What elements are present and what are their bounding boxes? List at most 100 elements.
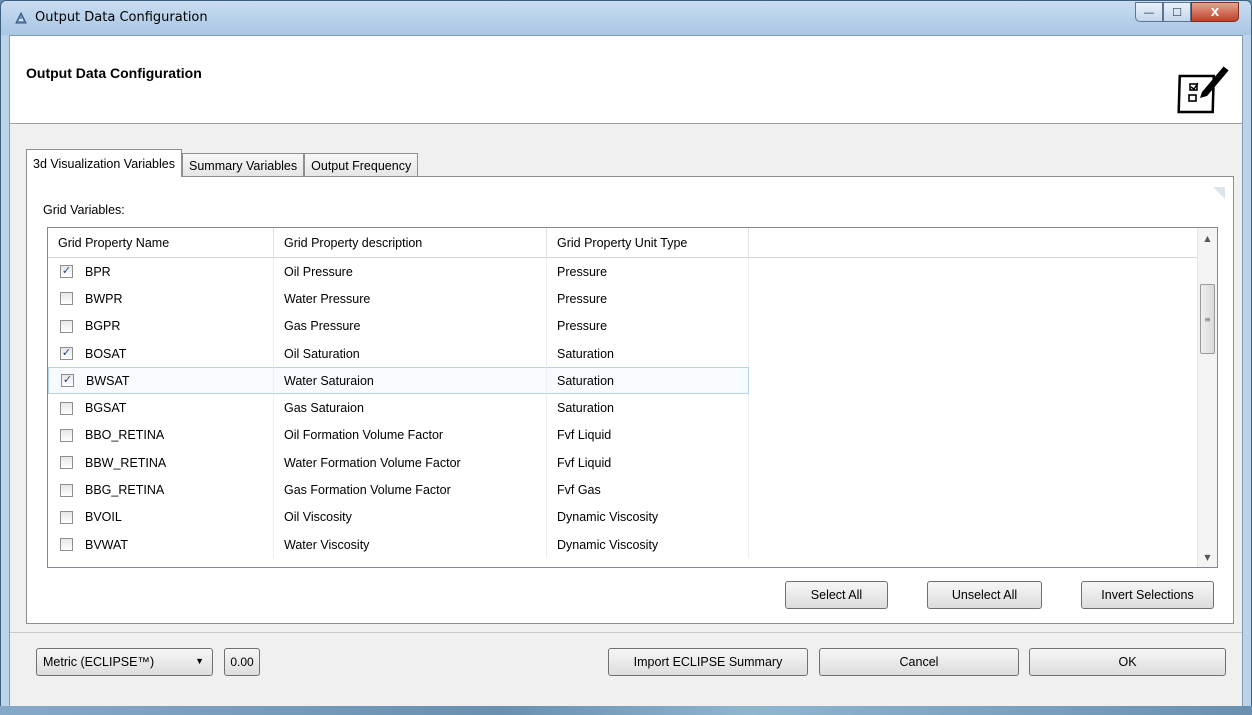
tab-summary-variables[interactable]: Summary Variables <box>182 153 305 177</box>
close-button[interactable]: X <box>1191 2 1239 22</box>
minimize-button[interactable]: — <box>1135 2 1163 22</box>
import-eclipse-summary-button[interactable]: Import ECLIPSE Summary <box>608 648 808 676</box>
grid-property-unit-type: Saturation <box>547 367 749 395</box>
cell-name: ✓ BPR <box>48 258 274 286</box>
cell-empty <box>749 449 1198 476</box>
grid-property-name: BGPR <box>85 319 121 334</box>
cell-name: BBW_RETINA <box>48 449 274 477</box>
cell-empty <box>749 340 1198 367</box>
row-checkbox[interactable] <box>60 456 73 470</box>
title-bar[interactable]: Output Data Configuration — ☐ X <box>1 1 1251 35</box>
cell-empty <box>749 394 1198 421</box>
version-box[interactable]: 0.00 <box>224 648 260 676</box>
cell-empty <box>749 531 1198 558</box>
grid-property-description: Oil Pressure <box>274 258 547 286</box>
grid-property-name: BWSAT <box>86 373 130 388</box>
dialog-window: Output Data Configuration — ☐ X Output D… <box>0 0 1252 715</box>
cell-empty <box>749 258 1198 285</box>
cell-name: BVOIL <box>48 503 274 531</box>
grid-property-name: BBO_RETINA <box>85 428 165 443</box>
select-all-button[interactable]: Select All <box>785 581 888 609</box>
maximize-button[interactable]: ☐ <box>1163 2 1191 22</box>
dialog-header: Output Data Configuration <box>10 36 1242 124</box>
scroll-down-arrow-icon[interactable]: ▼ <box>1198 547 1217 567</box>
window-title: Output Data Configuration <box>35 10 208 25</box>
grid-property-name: BWPR <box>85 291 123 306</box>
column-header-empty <box>749 228 1198 258</box>
grid-property-unit-type: Fvf Gas <box>547 476 749 504</box>
grid-property-name: BPR <box>85 264 111 279</box>
corner-decoration <box>1213 187 1225 199</box>
scroll-up-arrow-icon[interactable]: ▲ <box>1198 228 1217 248</box>
table-row[interactable]: BVOIL Oil Viscosity Dynamic Viscosity <box>48 503 1198 531</box>
cell-name: BWPR <box>48 285 274 313</box>
grid-variables-label: Grid Variables: <box>43 203 125 217</box>
grid-property-description: Water Pressure <box>274 285 547 313</box>
grid-property-description: Water Formation Volume Factor <box>274 449 547 477</box>
grid-property-unit-type: Fvf Liquid <box>547 421 749 450</box>
unselect-all-button[interactable]: Unselect All <box>927 581 1042 609</box>
tab-output-frequency[interactable]: Output Frequency <box>304 153 419 177</box>
tab-strip: 3d Visualization Variables Summary Varia… <box>26 149 419 177</box>
grid-property-unit-type: Saturation <box>547 394 749 422</box>
table-row[interactable]: ✓ BPR Oil Pressure Pressure <box>48 258 1198 286</box>
row-checkbox[interactable] <box>60 292 73 306</box>
table-row[interactable]: BWPR Water Pressure Pressure <box>48 285 1198 313</box>
column-header-description[interactable]: Grid Property description <box>274 228 547 258</box>
vertical-scrollbar[interactable]: ▲ ≡ ▼ <box>1197 228 1217 567</box>
grid-variables-table: Grid Property Name Grid Property descrip… <box>47 227 1218 568</box>
row-checkbox[interactable] <box>60 510 73 524</box>
table-row[interactable]: ✓ BOSAT Oil Saturation Saturation <box>48 339 1198 368</box>
row-checkbox[interactable] <box>60 401 73 415</box>
grid-property-name: BVOIL <box>85 510 122 525</box>
grid-property-description: Oil Formation Volume Factor <box>274 421 547 450</box>
table-row[interactable]: BBO_RETINA Oil Formation Volume Factor Fvf… <box>48 421 1198 450</box>
window-controls: — ☐ X <box>1135 2 1239 22</box>
table-row[interactable]: BGSAT Gas Saturaion Saturation <box>48 394 1198 422</box>
cell-empty <box>749 313 1198 340</box>
minimize-icon: — <box>1143 5 1155 19</box>
cell-empty <box>749 476 1198 503</box>
tab-panel: Grid Variables: Grid Property Name Grid … <box>26 176 1234 624</box>
ok-button[interactable]: OK <box>1029 648 1226 676</box>
grid-property-description: Water Viscosity <box>274 530 547 559</box>
row-checkbox[interactable] <box>60 428 73 442</box>
row-checkbox[interactable]: ✓ <box>60 265 73 279</box>
cancel-button[interactable]: Cancel <box>819 648 1019 676</box>
grid-property-unit-type: Fvf Liquid <box>547 449 749 477</box>
page-title: Output Data Configuration <box>26 65 202 81</box>
scrollbar-thumb[interactable]: ≡ <box>1200 284 1215 354</box>
cell-name: BBO_RETINA <box>48 421 274 450</box>
cell-empty <box>749 504 1198 531</box>
row-checkbox[interactable] <box>60 538 73 552</box>
grid-property-name: BBG_RETINA <box>85 483 165 498</box>
invert-selections-button[interactable]: Invert Selections <box>1081 581 1214 609</box>
table-row[interactable]: BBW_RETINA Water Formation Volume Factor F… <box>48 449 1198 477</box>
grid-property-name: BOSAT <box>85 346 127 361</box>
grid-property-unit-type: Pressure <box>547 258 749 286</box>
unit-system-select[interactable]: Metric (ECLIPSE™) ▼ <box>36 648 213 676</box>
grid-property-name: BGSAT <box>85 401 127 416</box>
column-header-unit-type[interactable]: Grid Property Unit Type <box>547 228 749 258</box>
table-body: ✓ BPR Oil Pressure Pressure BWPR Water Pressu… <box>48 258 1198 559</box>
cell-name: BBG_RETINA <box>48 476 274 504</box>
grid-property-description: Water Saturaion <box>274 367 547 395</box>
table-row[interactable]: BGPR Gas Pressure Pressure <box>48 312 1198 340</box>
table-row[interactable]: BVWAT Water Viscosity Dynamic Viscosity <box>48 530 1198 559</box>
column-header-name[interactable]: Grid Property Name <box>48 228 274 258</box>
table-row[interactable]: BBG_RETINA Gas Formation Volume Factor Fvf… <box>48 476 1198 504</box>
row-checkbox[interactable] <box>60 319 73 333</box>
table-row[interactable]: ✓ BWSAT Water Saturaion Saturation <box>48 367 1198 395</box>
close-icon: X <box>1210 5 1220 19</box>
cell-name: ✓ BOSAT <box>48 339 274 368</box>
grid-property-unit-type: Pressure <box>547 312 749 340</box>
footer-divider <box>10 632 1242 633</box>
row-checkbox[interactable] <box>60 483 73 497</box>
cell-name: BGPR <box>48 312 274 340</box>
tab-3d-visualization[interactable]: 3d Visualization Variables <box>26 149 182 177</box>
unit-system-value: Metric (ECLIPSE™) <box>43 655 155 669</box>
app-icon <box>15 11 27 24</box>
row-checkbox[interactable]: ✓ <box>61 374 74 388</box>
row-checkbox[interactable]: ✓ <box>60 347 73 361</box>
cell-name: ✓ BWSAT <box>48 367 274 395</box>
